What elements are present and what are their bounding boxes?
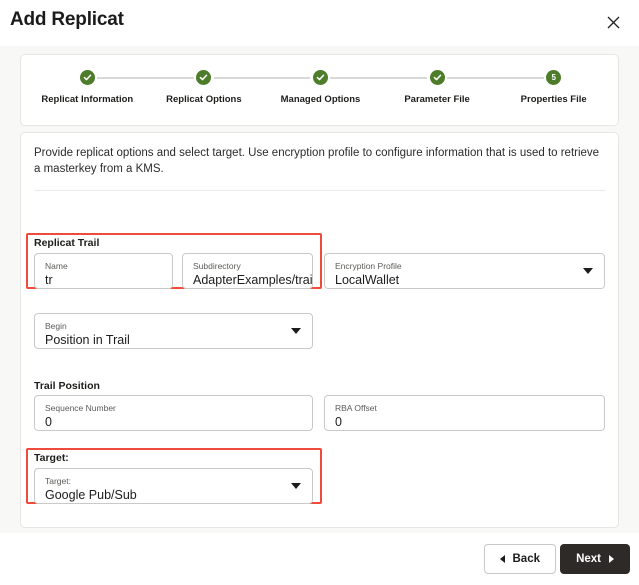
step-connector — [330, 77, 379, 79]
triangle-left-icon — [499, 555, 505, 563]
field-label: Begin — [45, 321, 67, 331]
close-icon[interactable] — [601, 10, 625, 34]
wizard-stepper: Replicat Information Replicat Options Ma… — [21, 55, 620, 127]
field-label: RBA Offset — [335, 403, 377, 413]
field-value: AdapterExamples/trail/ — [193, 273, 313, 287]
form-card: Provide replicat options and select targ… — [20, 132, 619, 528]
section-label-trail-position: Trail Position — [34, 380, 100, 392]
step-marker-check-icon[interactable] — [312, 70, 328, 85]
step-connector — [378, 77, 428, 79]
step-label: Properties File — [520, 94, 587, 105]
page-title: Add Replicat — [10, 9, 124, 30]
rba-offset-input[interactable]: RBA Offset 0 — [324, 395, 605, 431]
field-value: tr — [45, 273, 53, 287]
target-select[interactable]: Target: Google Pub/Sub — [34, 468, 313, 504]
section-label-target: Target: — [34, 452, 69, 464]
step-connector — [145, 77, 194, 79]
step-connector — [97, 77, 146, 79]
step-connector — [495, 77, 544, 79]
field-value: Google Pub/Sub — [45, 488, 137, 502]
next-button-label: Next — [576, 553, 601, 565]
begin-select[interactable]: Begin Position in Trail — [34, 313, 313, 349]
chevron-down-icon[interactable] — [291, 328, 301, 334]
chevron-down-icon[interactable] — [583, 268, 593, 274]
form-description: Provide replicat options and select targ… — [34, 147, 600, 175]
step-properties-file[interactable]: 5 Properties File — [495, 55, 612, 127]
dialog-header: Add Replicat — [0, 0, 639, 46]
step-replicat-options[interactable]: Replicat Options — [145, 55, 263, 127]
step-connector — [262, 77, 311, 79]
back-button-label: Back — [512, 553, 541, 565]
step-managed-options[interactable]: Managed Options — [262, 55, 379, 127]
field-value: 0 — [335, 415, 342, 429]
encryption-profile-select[interactable]: Encryption Profile LocalWallet — [324, 253, 605, 289]
step-connector — [213, 77, 263, 79]
field-value: 0 — [45, 415, 52, 429]
step-connector — [447, 77, 496, 79]
step-label: Replicat Options — [166, 94, 242, 105]
subdirectory-input[interactable]: Subdirectory AdapterExamples/trail/ — [182, 253, 313, 289]
back-button[interactable]: Back — [483, 544, 556, 574]
step-marker-check-icon[interactable] — [196, 70, 212, 85]
step-number: 5 — [551, 72, 556, 82]
add-replicat-dialog: Add Replicat Replicat Information Replic… — [0, 0, 639, 585]
step-marker-number[interactable]: 5 — [546, 70, 562, 85]
step-label: Managed Options — [280, 94, 361, 105]
field-label: Encryption Profile — [335, 261, 402, 271]
step-marker-check-icon[interactable] — [79, 70, 95, 85]
name-input[interactable]: Name tr — [34, 253, 173, 289]
field-value: LocalWallet — [335, 273, 400, 287]
step-parameter-file[interactable]: Parameter File — [378, 55, 496, 127]
divider — [34, 190, 606, 191]
field-label: Sequence Number — [45, 403, 116, 413]
dialog-footer: Back Next — [0, 533, 639, 585]
field-label: Name — [45, 261, 68, 271]
step-marker-check-icon[interactable] — [429, 70, 445, 85]
dialog-body: Replicat Information Replicat Options Ma… — [0, 46, 639, 533]
step-label: Replicat Information — [41, 94, 134, 105]
triangle-right-icon — [609, 555, 614, 563]
field-label: Target: — [45, 476, 71, 486]
step-replicat-information[interactable]: Replicat Information — [29, 55, 146, 127]
step-label: Parameter File — [404, 94, 470, 105]
wizard-stepper-card: Replicat Information Replicat Options Ma… — [20, 54, 619, 126]
next-button[interactable]: Next — [560, 544, 630, 574]
chevron-down-icon[interactable] — [291, 483, 301, 489]
sequence-number-input[interactable]: Sequence Number 0 — [34, 395, 313, 431]
field-value: Position in Trail — [45, 333, 130, 347]
field-label: Subdirectory — [193, 261, 241, 271]
section-label-replicat-trail: Replicat Trail — [34, 237, 100, 249]
